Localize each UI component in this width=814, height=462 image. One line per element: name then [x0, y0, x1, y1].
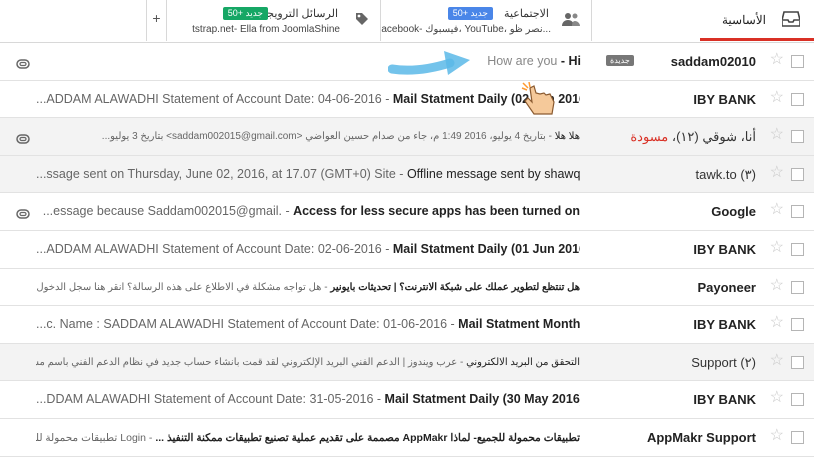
email-subject: Mail Statment Monthly [458, 317, 580, 332]
email-sender: أنا، شوقي (١٢)، مسودة [630, 129, 756, 145]
email-snippet: ...essage because Saddam002015@gmail. - [42, 204, 294, 219]
select-checkbox[interactable] [791, 92, 804, 106]
promotions-new-badge: 50+ جديد [222, 7, 268, 20]
email-sender: AppMakr Support [646, 429, 756, 445]
email-subject: هل تنتظع لتطوير عملك على شبكة الانترنت؟ … [330, 281, 580, 293]
email-sender: IBY BANK [693, 91, 756, 107]
star-icon[interactable]: ☆ [770, 51, 784, 69]
email-sender: saddam02010 [670, 54, 756, 69]
email-sender: IBY BANK [693, 317, 756, 333]
email-row[interactable]: ☆ Support (٢) التحقق من البريد الالكترون… [0, 343, 814, 382]
tab-promotions[interactable]: الرسائل الترويجية 50+ جديد tstrap.net- E… [166, 0, 380, 41]
email-row[interactable]: ☆ Google ...essage because Saddam002015@… [0, 193, 814, 231]
email-snippet: ...ssage sent on Thursday, June 02, 2016… [36, 166, 407, 181]
email-content: تطبيقات محمولة للجميع- لماذا AppMakr مصم… [36, 432, 580, 444]
email-content: ...ssage sent on Thursday, June 02, 2016… [36, 167, 580, 181]
select-checkbox[interactable] [791, 205, 804, 219]
star-icon[interactable]: ☆ [770, 164, 784, 182]
select-checkbox[interactable] [791, 280, 804, 294]
star-icon[interactable]: ☆ [770, 89, 784, 107]
email-snippet: ...ADDAM ALAWADHI Statement of Account D… [36, 241, 393, 256]
email-content: ...c. Name : SADDAM ALAWADHI Statement o… [36, 317, 580, 331]
email-subject: Mail Statment Daily (01 Jun 2016) [392, 241, 580, 256]
star-icon[interactable]: ☆ [770, 277, 784, 295]
email-snippet: ...c. Name : SADDAM ALAWADHI Statement o… [36, 317, 459, 332]
tab-social[interactable]: الاجتماعية 50+ جديد Facebook- فيسبوك، Yo… [380, 0, 592, 41]
email-label-chip: جديدة [606, 55, 634, 66]
email-snippet: - بتاريخ 4 يوليو، 2016 1:49 م، جاء من صد… [101, 131, 555, 143]
email-sender: tawk.to (٣) [695, 166, 756, 182]
email-snippet: - Hi [557, 54, 581, 68]
tab-promotions-preview: tstrap.net- Ella from JoomlaShine [192, 24, 340, 35]
attachment-icon [16, 206, 30, 224]
star-icon[interactable]: ☆ [770, 126, 784, 144]
email-row[interactable]: ☆ IBY BANK ...DDAM ALAWADHI Statement of… [0, 381, 814, 419]
star-icon[interactable]: ☆ [770, 239, 784, 257]
add-tab-button[interactable]: + [146, 0, 166, 41]
sender-names: أنا، شوقي (١٢) [676, 129, 756, 145]
email-content: ...DDAM ALAWADHI Statement of Account Da… [36, 392, 580, 406]
email-row[interactable]: ☆ IBY BANK ...ADDAM ALAWADHI Statement o… [0, 80, 814, 119]
star-icon[interactable]: ☆ [770, 314, 784, 332]
category-tabs: + الرسائل الترويجية 50+ جديد tstrap.net-… [0, 0, 814, 43]
email-snippet: - Login تطبيقات محمولة للجميع [36, 431, 153, 444]
star-icon[interactable]: ☆ [770, 201, 784, 219]
email-subject: How are you [487, 54, 558, 68]
inbox-icon [781, 11, 801, 32]
email-subject: تطبيقات محمولة للجميع- لماذا AppMakr مصم… [155, 431, 580, 444]
email-sender: Support (٢) [691, 354, 756, 370]
tab-promotions-label: الرسائل الترويجية [258, 8, 338, 20]
tag-icon [354, 11, 370, 32]
email-row[interactable]: ☆ IBY BANK ...ADDAM ALAWADHI Statement o… [0, 230, 814, 269]
tab-social-label: الاجتماعية [504, 8, 549, 20]
social-new-badge: 50+ جديد [447, 7, 493, 20]
email-subject: Access for less secure apps has been tur… [293, 204, 580, 219]
select-checkbox[interactable] [791, 355, 804, 369]
hand-cursor-icon [521, 82, 555, 115]
email-snippet: - عرب ويندوز | الدعم الفني البريد الإلكت… [36, 356, 467, 368]
email-content: ...ADDAM ALAWADHI Statement of Account D… [36, 242, 580, 256]
email-list: ☆ saddam02010 جديدة How are you - Hi ☆ I… [0, 43, 814, 457]
email-row[interactable]: ☆ tawk.to (٣) ...ssage sent on Thursday,… [0, 155, 814, 194]
email-snippet: - هل تواجه مشكلة في الاطلاع على هذه الرس… [36, 281, 328, 293]
select-checkbox[interactable] [791, 242, 804, 256]
email-subject: Offline message sent by shawqi [406, 166, 580, 181]
email-content: التحقق من البريد الالكتروني - عرب ويندوز… [36, 357, 580, 368]
email-content: How are you - Hi [36, 54, 581, 68]
select-checkbox[interactable] [791, 393, 804, 407]
people-icon [561, 11, 581, 32]
tab-social-preview: Facebook- فيسبوك، YouTube، نصر ظو... [380, 24, 551, 35]
select-checkbox[interactable] [791, 130, 804, 144]
draft-label: مسودة [630, 129, 669, 145]
email-row[interactable]: ☆ AppMakr Support تطبيقات محمولة للجميع-… [0, 418, 814, 457]
select-checkbox[interactable] [791, 55, 804, 68]
email-subject: التحقق من البريد الالكتروني [466, 356, 580, 368]
email-sender: IBY BANK [693, 392, 756, 408]
email-content: هلا هلا - بتاريخ 4 يوليو، 2016 1:49 م، ج… [36, 131, 580, 142]
star-icon[interactable]: ☆ [770, 389, 784, 407]
email-row[interactable]: ☆ IBY BANK ...c. Name : SADDAM ALAWADHI … [0, 306, 814, 344]
blue-arrow-annotation [388, 51, 470, 75]
email-content: ...essage because Saddam002015@gmail. - … [36, 204, 580, 218]
email-snippet: ...DDAM ALAWADHI Statement of Account Da… [36, 392, 385, 407]
email-row[interactable]: ☆ Payoneer هل تنتظع لتطوير عملك على شبكة… [0, 268, 814, 307]
email-subject: هلا هلا [554, 131, 580, 143]
email-subject: Mail Statment Daily (30 May 2016) [384, 392, 580, 407]
email-sender: Payoneer [697, 279, 756, 295]
attachment-icon [16, 131, 30, 149]
star-icon[interactable]: ☆ [770, 427, 784, 445]
star-icon[interactable]: ☆ [770, 352, 784, 370]
select-checkbox[interactable] [791, 430, 804, 444]
select-checkbox[interactable] [791, 167, 804, 181]
email-sender: IBY BANK [693, 241, 756, 257]
select-checkbox[interactable] [791, 318, 804, 332]
email-row[interactable]: ☆ أنا، شوقي (١٢)، مسودة هلا هلا - بتاريخ… [0, 118, 814, 156]
email-snippet: ...ADDAM ALAWADHI Statement of Account D… [36, 91, 393, 106]
tab-primary[interactable]: الأساسية [700, 0, 814, 41]
email-sender: Google [711, 204, 756, 220]
tab-primary-label: الأساسية [722, 13, 766, 27]
attachment-icon [16, 56, 30, 74]
email-content: ...ADDAM ALAWADHI Statement of Account D… [36, 92, 580, 106]
email-content: هل تنتظع لتطوير عملك على شبكة الانترنت؟ … [36, 282, 580, 293]
